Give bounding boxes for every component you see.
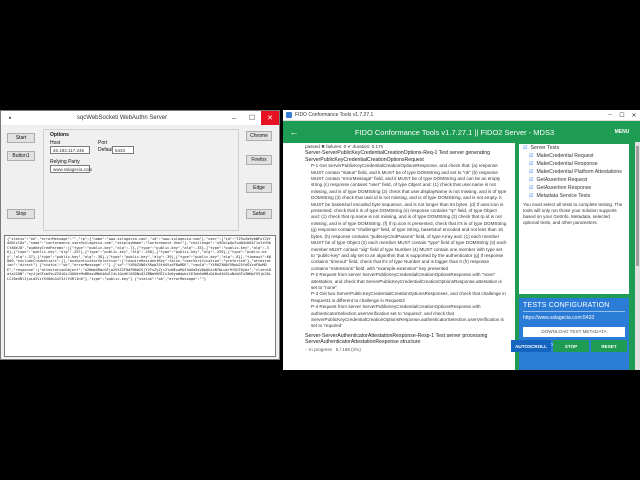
test-section-title: Server-ServerAuthenticatorAttestationRes… [305, 332, 488, 346]
checkbox-checked-icon[interactable]: ☑ [529, 161, 533, 167]
left-window-title: sqcWebSocketi WebAuthn Server [76, 115, 168, 121]
spinner-icon: ◌ [305, 346, 308, 352]
checklist-item[interactable]: ☑ Metadata Service Tests [523, 192, 625, 200]
relying-party-input[interactable]: www.sslagecia.com [50, 165, 92, 173]
app-bar: ← FIDO Conformance Tools v1.7.27.1 || FI… [283, 121, 640, 143]
close-icon[interactable]: ✕ [628, 112, 640, 119]
checklist-item[interactable]: ☑ GetAssertion Request [523, 176, 625, 184]
options-label: Options [50, 132, 69, 138]
side-panel: ☑ Server Tests ☑ MakeCredential Request ☑ M… [515, 142, 635, 370]
checklist-item[interactable]: ☑ Server Tests [523, 144, 625, 152]
autoscroll-button[interactable]: AUTOSCROLL [511, 340, 551, 352]
chrome-button[interactable]: Chrome [246, 131, 272, 141]
checkbox-checked-icon[interactable]: ☑ [529, 153, 533, 159]
selection-note: You must select all tests to complete te… [523, 202, 623, 225]
test-item: P-4 Request from server ServerPublicKeyC… [311, 304, 504, 329]
minimize-icon[interactable]: – [225, 111, 243, 125]
tests-configuration-panel: TESTS CONFIGURATION https://www.sslageci… [519, 298, 629, 370]
tests-configuration-url: https://www.sslagecia.com:5433 [523, 315, 595, 321]
maximize-icon[interactable]: ☐ [243, 111, 261, 125]
checkbox-checked-icon[interactable]: ☑ [529, 193, 533, 199]
start-button[interactable]: Start [7, 133, 35, 143]
download-test-metadata-button[interactable]: DOWNLOAD TEST METADATA [523, 327, 625, 337]
stop-run-button[interactable]: STOP [553, 340, 589, 352]
safari-button[interactable]: Safari [246, 209, 272, 219]
checkbox-checked-icon[interactable]: ☑ [529, 185, 533, 191]
tests-configuration-title: TESTS CONFIGURATION [523, 302, 625, 312]
app-title: FIDO Conformance Tools v1.7.27.1 || FIDO… [354, 127, 555, 137]
checkbox-checked-icon[interactable]: ☑ [529, 177, 533, 183]
checklist-item[interactable]: ☑ MakeCredential Platform Attestations [523, 168, 625, 176]
progress-indicator: ◌ In progress 5 / 168 (2%) [305, 347, 507, 353]
progress-text: In progress [309, 346, 332, 352]
progress-count: 5 / 168 (2%) [335, 346, 361, 352]
maximize-icon[interactable]: ☐ [616, 112, 628, 119]
app-icon: ▪ [8, 114, 12, 122]
port-label: Port [98, 140, 108, 146]
checklist-item[interactable]: ☑ GetAssertion Response [523, 184, 625, 192]
left-window-titlebar[interactable]: ▪ sqcWebSocketi WebAuthn Server – ☐ ✕ [1, 111, 279, 125]
right-window-titlebar[interactable]: FIDO Conformance Tools v1.7.27.1 – ☐ ✕ [283, 110, 640, 121]
scrollbar[interactable] [635, 142, 640, 370]
fido-conformance-window: FIDO Conformance Tools v1.7.27.1 – ☐ ✕ ←… [283, 110, 640, 370]
test-section-title: Server-ServerPublicKeyCredentialCreation… [305, 150, 491, 163]
server-log-textarea[interactable]: {"status":"ok","errorMessage":"","rp":{"… [4, 235, 276, 357]
port-input[interactable]: 5433 [112, 146, 134, 154]
test-item: P-1 Get ServerPublicKeyCredentialCreatio… [311, 163, 507, 271]
test-item: P-3 Get two ServerPublicKeyCredentialCre… [311, 291, 506, 303]
reset-button[interactable]: RESET [591, 340, 627, 352]
edge-button[interactable]: Edge [246, 183, 272, 193]
close-icon[interactable]: ✕ [261, 111, 279, 125]
menu-button[interactable]: MENU [604, 129, 640, 135]
back-arrow-icon[interactable]: ← [283, 127, 305, 137]
checklist-item[interactable]: ☑ MakeCredential Response [523, 160, 625, 168]
host-input[interactable]: 46.183.117.246 [50, 146, 90, 154]
checkbox-checked-icon[interactable]: ☑ [523, 145, 527, 151]
scrollbar-thumb[interactable] [636, 146, 639, 266]
button1-button[interactable]: Button1 [7, 151, 35, 161]
run-controls: AUTOSCROLL STOP RESET [511, 340, 627, 352]
fido-app-icon [286, 112, 292, 118]
stop-button[interactable]: Stop [7, 209, 35, 219]
minimize-icon[interactable]: – [604, 112, 616, 118]
test-selection-panel: ☑ Server Tests ☑ MakeCredential Request ☑ M… [519, 144, 629, 294]
checkbox-checked-icon[interactable]: ☑ [529, 169, 533, 175]
firefox-button[interactable]: Firefox [246, 155, 272, 165]
test-item: P-2 Request from server ServerPublicKeyC… [311, 272, 502, 290]
right-window-title: FIDO Conformance Tools v1.7.27.1 [295, 112, 374, 118]
test-results-panel[interactable]: passed ✖ failures: 0 ✔ duration: 0.17s S… [283, 142, 515, 370]
webauthn-server-window: ▪ sqcWebSocketi WebAuthn Server – ☐ ✕ St… [0, 110, 280, 360]
options-group: Options Host 46.183.117.246 Port Default… [43, 129, 239, 231]
checklist-item[interactable]: ☑ MakeCredential Request [523, 152, 625, 160]
